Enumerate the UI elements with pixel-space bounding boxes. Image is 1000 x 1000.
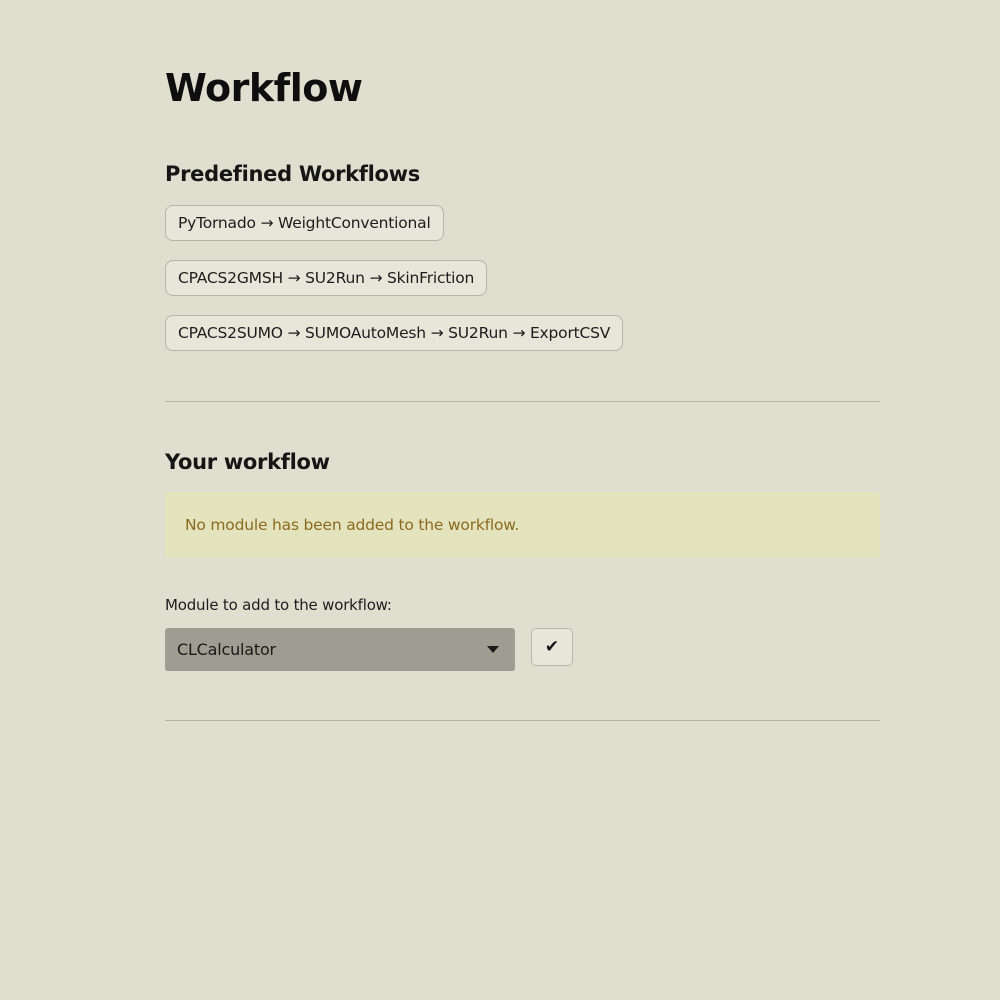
check-icon: ✔ bbox=[544, 637, 560, 657]
predefined-workflow-button-pytornado[interactable]: PyTornado → WeightConventional bbox=[165, 205, 444, 241]
module-select-label: Module to add to the workflow: bbox=[165, 596, 392, 614]
your-workflow-heading: Your workflow bbox=[165, 450, 330, 474]
predefined-workflows-heading: Predefined Workflows bbox=[165, 162, 420, 186]
section-divider-bottom bbox=[165, 720, 880, 721]
caret-down-icon bbox=[487, 646, 499, 653]
add-module-button[interactable]: ✔ bbox=[531, 628, 573, 666]
page-title: Workflow bbox=[165, 66, 363, 110]
module-select[interactable]: CLCalculator bbox=[165, 628, 515, 671]
page: Workflow Predefined Workflows PyTornado … bbox=[0, 0, 1000, 1000]
predefined-workflow-button-cpacs2sumo[interactable]: CPACS2SUMO → SUMOAutoMesh → SU2Run → Exp… bbox=[165, 315, 624, 351]
predefined-workflow-button-cpacs2gmsh[interactable]: CPACS2GMSH → SU2Run → SkinFriction bbox=[165, 260, 488, 296]
empty-workflow-message: No module has been added to the workflow… bbox=[185, 516, 520, 534]
module-select-value: CLCalculator bbox=[177, 640, 276, 659]
section-divider bbox=[165, 401, 880, 402]
empty-workflow-alert: No module has been added to the workflow… bbox=[165, 492, 880, 558]
